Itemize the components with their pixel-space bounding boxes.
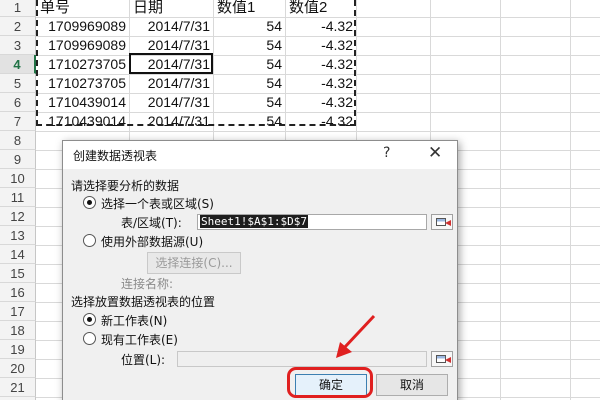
cell-order-no[interactable]: 1710439014 bbox=[37, 112, 129, 131]
ok-button[interactable]: 确定 bbox=[295, 374, 367, 396]
row-header-6[interactable]: 6 bbox=[0, 93, 36, 112]
row-header-4[interactable]: 4 bbox=[0, 55, 36, 74]
cell-value1[interactable]: 54 bbox=[214, 112, 285, 131]
radio-select-table[interactable] bbox=[83, 196, 96, 209]
cell-date[interactable]: 2014/7/31 bbox=[130, 55, 213, 74]
row-header-16[interactable]: 16 bbox=[0, 283, 36, 302]
cell-value1[interactable]: 54 bbox=[214, 36, 285, 55]
range-picker-icon bbox=[436, 218, 446, 226]
cancel-button[interactable]: 取消 bbox=[376, 374, 448, 396]
row-header-12[interactable]: 12 bbox=[0, 207, 36, 226]
cell-value2[interactable]: -4.32 bbox=[286, 74, 356, 93]
radio-existing-worksheet[interactable] bbox=[83, 332, 96, 345]
location-picker-button[interactable] bbox=[431, 351, 453, 367]
row-divider bbox=[36, 131, 600, 132]
cell-order-no[interactable]: 1710273705 bbox=[37, 74, 129, 93]
row-header-7[interactable]: 7 bbox=[0, 112, 36, 131]
row-header-18[interactable]: 18 bbox=[0, 321, 36, 340]
row-header-9[interactable]: 9 bbox=[0, 150, 36, 169]
section-source-heading: 请选择要分析的数据 bbox=[71, 179, 180, 193]
cell-value2[interactable]: -4.32 bbox=[286, 93, 356, 112]
help-icon[interactable]: ? bbox=[383, 145, 390, 161]
header-cell-value1[interactable]: 数值1 bbox=[214, 0, 285, 17]
cell-value1[interactable]: 54 bbox=[214, 93, 285, 112]
radio-new-worksheet[interactable] bbox=[83, 313, 96, 326]
location-label: 位置(L): bbox=[121, 353, 166, 367]
cell-value2[interactable]: -4.32 bbox=[286, 36, 356, 55]
range-picker-button[interactable] bbox=[431, 214, 453, 230]
create-pivot-table-dialog: 创建数据透视表 ? ✕ 请选择要分析的数据 选择一个表或区域(S) 表/区域(T… bbox=[62, 140, 458, 400]
cell-order-no[interactable]: 1709969089 bbox=[37, 36, 129, 55]
row-header-10[interactable]: 10 bbox=[0, 169, 36, 188]
close-icon[interactable]: ✕ bbox=[428, 143, 442, 163]
radio-existing-worksheet-label[interactable]: 现有工作表(E) bbox=[101, 331, 178, 348]
dialog-titlebar[interactable]: 创建数据透视表 ? ✕ bbox=[63, 141, 457, 169]
cell-date[interactable]: 2014/7/31 bbox=[130, 93, 213, 112]
row-header-2[interactable]: 2 bbox=[0, 17, 36, 36]
radio-external-source-label[interactable]: 使用外部数据源(U) bbox=[101, 233, 203, 250]
row-header-17[interactable]: 17 bbox=[0, 302, 36, 321]
table-range-label: 表/区域(T): bbox=[121, 216, 182, 230]
dialog-title: 创建数据透视表 bbox=[73, 149, 158, 163]
section-location-heading: 选择放置数据透视表的位置 bbox=[71, 295, 216, 309]
cell-date[interactable]: 2014/7/31 bbox=[130, 74, 213, 93]
row-header-15[interactable]: 15 bbox=[0, 264, 36, 283]
row-header-5[interactable]: 5 bbox=[0, 74, 36, 93]
cell-date[interactable]: 2014/7/31 bbox=[130, 36, 213, 55]
cell-order-no[interactable]: 1709969089 bbox=[37, 17, 129, 36]
location-input[interactable] bbox=[177, 351, 427, 367]
cell-value2[interactable]: -4.32 bbox=[286, 112, 356, 131]
cell-order-no[interactable]: 1710273705 bbox=[37, 55, 129, 74]
row-header-20[interactable]: 20 bbox=[0, 359, 36, 378]
row-header-13[interactable]: 13 bbox=[0, 226, 36, 245]
cell-value2[interactable]: -4.32 bbox=[286, 17, 356, 36]
header-cell-value2[interactable]: 数值2 bbox=[286, 0, 356, 17]
row-header-8[interactable]: 8 bbox=[0, 131, 36, 150]
row-header-1[interactable]: 1 bbox=[0, 0, 36, 17]
radio-new-worksheet-label[interactable]: 新工作表(N) bbox=[101, 312, 167, 329]
header-cell-date[interactable]: 日期 bbox=[130, 0, 213, 17]
cell-value2[interactable]: -4.32 bbox=[286, 55, 356, 74]
row-header-21[interactable]: 21 bbox=[0, 378, 36, 397]
row-header-11[interactable]: 11 bbox=[0, 188, 36, 207]
connection-name-label: 连接名称: bbox=[121, 277, 174, 291]
cell-date[interactable]: 2014/7/31 bbox=[130, 17, 213, 36]
row-header-19[interactable]: 19 bbox=[0, 340, 36, 359]
row-header-3[interactable]: 3 bbox=[0, 36, 36, 55]
table-range-value: Sheet1!$A$1:$D$7 bbox=[200, 215, 308, 228]
table-range-input[interactable]: Sheet1!$A$1:$D$7 bbox=[197, 214, 427, 230]
radio-select-table-label[interactable]: 选择一个表或区域(S) bbox=[101, 195, 214, 212]
range-picker-icon bbox=[436, 355, 446, 363]
row-header-14[interactable]: 14 bbox=[0, 245, 36, 264]
choose-connection-button[interactable]: 选择连接(C)... bbox=[147, 252, 241, 274]
header-cell-order-no[interactable]: 单号 bbox=[37, 0, 129, 17]
cell-value1[interactable]: 54 bbox=[214, 55, 285, 74]
cell-value1[interactable]: 54 bbox=[214, 17, 285, 36]
cell-order-no[interactable]: 1710439014 bbox=[37, 93, 129, 112]
cell-value1[interactable]: 54 bbox=[214, 74, 285, 93]
radio-external-source[interactable] bbox=[83, 234, 96, 247]
cell-date[interactable]: 2014/7/31 bbox=[130, 112, 213, 131]
